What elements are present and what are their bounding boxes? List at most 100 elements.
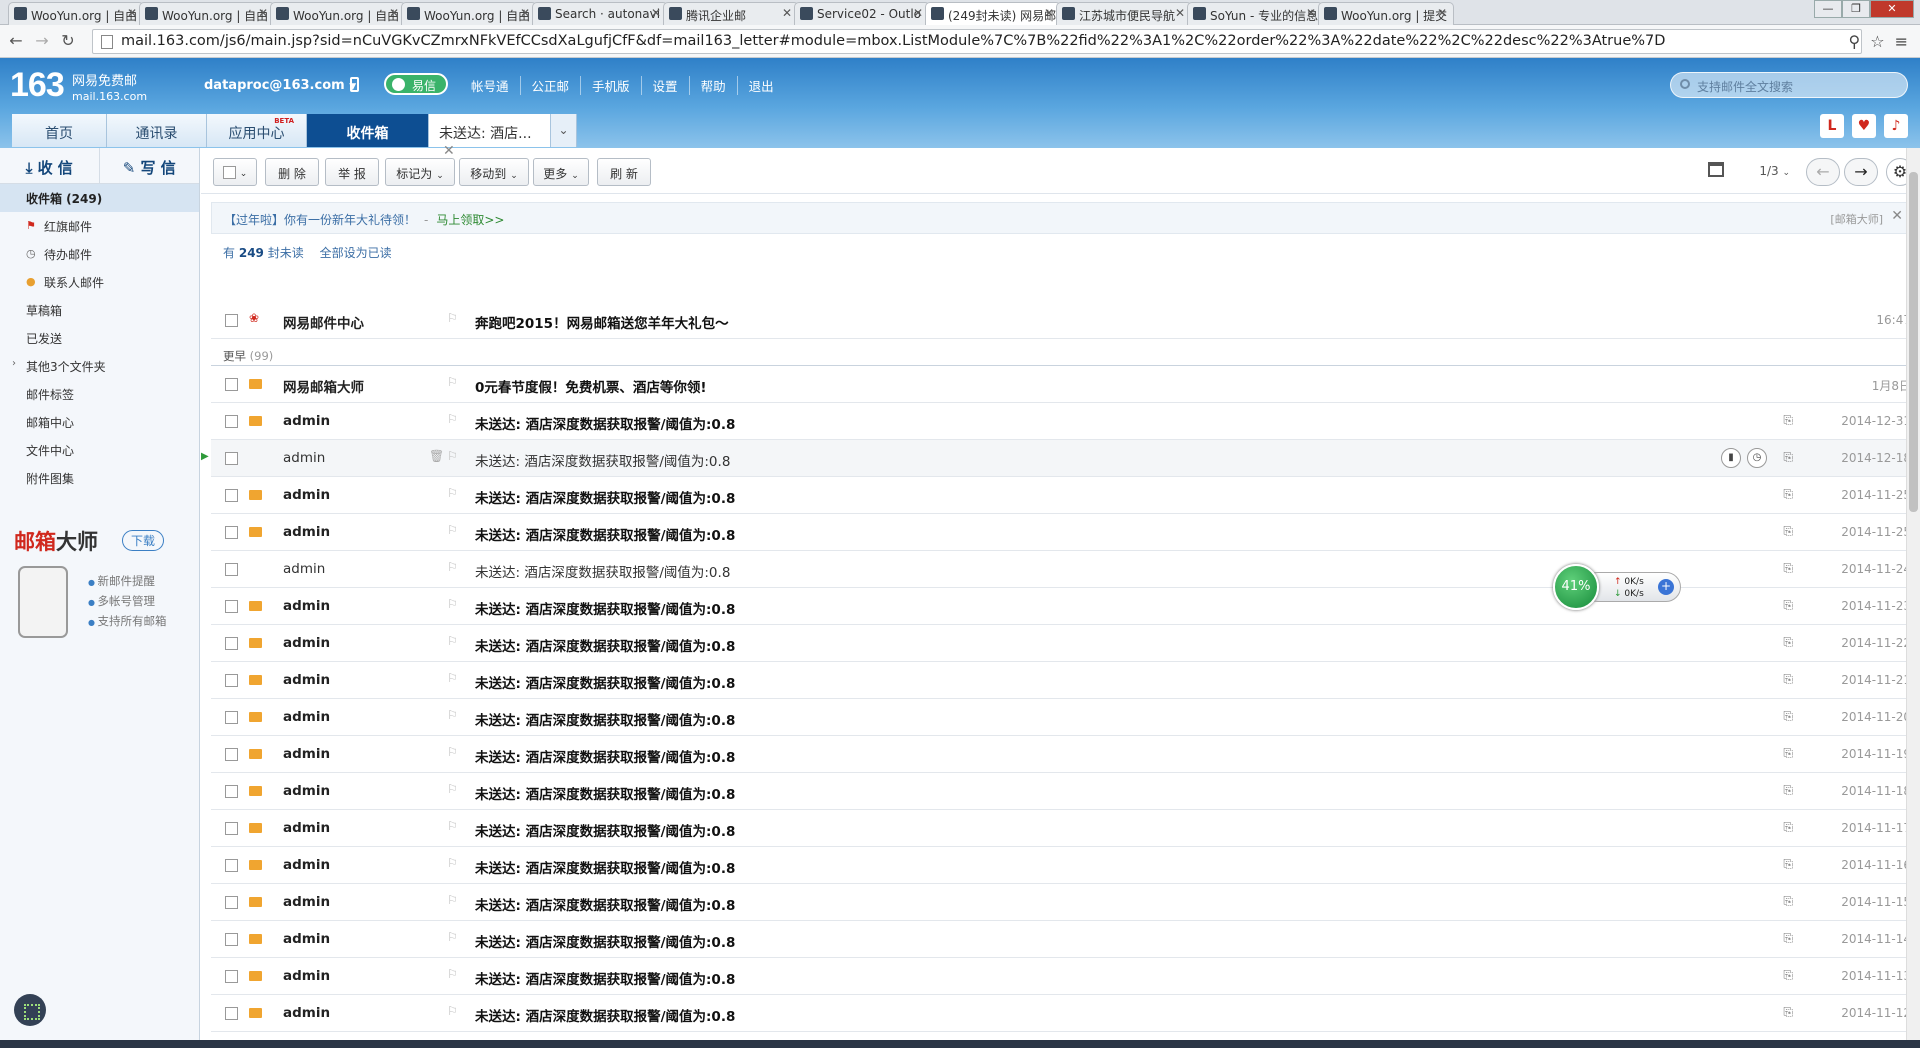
email-row[interactable]: admin ⚐ 未送达: 酒店深度数据获取报警/阈值为:0.8 ⎘ 2014-11-17 (211, 810, 1911, 847)
row-checkbox[interactable] (225, 896, 238, 909)
logout-link[interactable]: 退出 (736, 76, 785, 95)
flag-icon[interactable]: ⚐ (447, 311, 458, 325)
select-all-dropdown[interactable]: ⌄ (213, 158, 257, 186)
email-row[interactable]: admin ⚐ 未送达: 酒店深度数据获取报警/阈值为:0.8 ⎘ 2014-12-31 (211, 403, 1911, 440)
email-row[interactable]: admin ⚐ 未送达: 酒店深度数据获取报警/阈值为:0.8 ⎘ 2014-11-16 (211, 847, 1911, 884)
tab-contacts[interactable]: 通讯录 (107, 114, 207, 147)
flag-icon[interactable]: ⚐ (447, 930, 458, 944)
app-icon[interactable]: ♥ (1852, 114, 1876, 138)
flag-icon[interactable]: ⚐ (447, 412, 458, 426)
browser-tab[interactable]: WooYun.org | 自由 ✕ (270, 2, 406, 25)
email-row[interactable]: admin ⚐ 未送达: 酒店深度数据获取报警/阈值为:0.8 ⎘ 2014-11-22 (211, 625, 1911, 662)
yixin-button[interactable]: 易信 (384, 73, 449, 95)
flag-icon[interactable]: ⚐ (447, 819, 458, 833)
flag-icon[interactable]: ⚐ (447, 486, 458, 500)
network-speed-widget[interactable]: 41% ↑ 0K/s ↓ 0K/s + (1553, 564, 1681, 610)
row-checkbox[interactable] (225, 711, 238, 724)
forward-icon[interactable]: → (32, 31, 52, 51)
email-row[interactable]: admin ⚐ 未送达: 酒店深度数据获取报警/阈值为:0.8 ⎘ 2014-11-19 (211, 736, 1911, 773)
row-checkbox[interactable] (225, 600, 238, 613)
next-page-button[interactable]: → (1844, 158, 1878, 186)
mark-as-dropdown[interactable]: 标记为 ⌄ (385, 158, 455, 186)
close-tab-icon[interactable]: ✕ (1175, 6, 1185, 20)
close-tab-icon[interactable]: ✕ (258, 6, 268, 20)
row-checkbox[interactable] (225, 526, 238, 539)
sidebar-folder[interactable]: 附件图集 (0, 464, 199, 492)
help-menu[interactable]: 帮助 (688, 76, 737, 95)
row-checkbox[interactable] (225, 489, 238, 502)
trash-icon[interactable]: 🗑 (429, 449, 444, 463)
row-checkbox[interactable] (225, 859, 238, 872)
flag-icon[interactable]: ⚐ (447, 1004, 458, 1018)
minimize-icon[interactable]: — (1814, 0, 1842, 18)
email-row[interactable]: admin ⚐ 未送达: 酒店深度数据获取报警/阈值为:0.8 ⎘ 2014-11-18 (211, 773, 1911, 810)
sidebar-folder[interactable]: ● 联系人邮件 (0, 268, 199, 296)
row-checkbox[interactable] (225, 785, 238, 798)
close-tab-icon[interactable]: ✕ (913, 6, 923, 20)
account-menu[interactable]: dataproc@163.com ▼ (204, 78, 356, 93)
browser-tab[interactable]: WooYun.org | 自由 ✕ (139, 2, 275, 25)
close-tab-icon[interactable]: ✕ (520, 6, 530, 20)
group-header-earlier[interactable]: 更早 (99) (211, 338, 1911, 366)
settings-menu[interactable]: 设置 (640, 76, 689, 95)
email-row[interactable]: admin ⚐ 未送达: 酒店深度数据获取报警/阈值为:0.8 ⎘ 2014-11-25 (211, 514, 1911, 551)
mobile-icon[interactable] (350, 77, 359, 92)
row-checkbox[interactable] (225, 674, 238, 687)
row-checkbox[interactable] (225, 970, 238, 983)
compose-button[interactable]: ✎ 写 信 (100, 148, 200, 183)
email-row[interactable]: admin ⚐ 未送达: 酒店深度数据获取报警/阈值为:0.8 ⎘ 2014-11-12 (211, 995, 1911, 1032)
close-window-icon[interactable]: ✕ (1870, 0, 1914, 18)
row-checkbox[interactable] (225, 378, 238, 391)
browser-tab[interactable]: SoYun - 专业的信息 ✕ (1187, 2, 1323, 25)
sidebar-folder[interactable]: 收件箱 (249) (0, 184, 199, 212)
account-link[interactable]: 帐号通 (460, 76, 520, 95)
email-row[interactable]: 网易邮箱大师 ⚐ 0元春节度假！免费机票、酒店等你领! 1月8日 (211, 366, 1911, 403)
close-tab-icon[interactable]: ✕ (651, 6, 661, 20)
email-row[interactable]: admin ⚐ 未送达: 酒店深度数据获取报警/阈值为:0.8 ⎘ 2014-11-15 (211, 884, 1911, 921)
flag-icon[interactable]: ⚐ (447, 967, 458, 981)
receive-button[interactable]: ⤓ 收 信 (0, 148, 100, 183)
close-tab-icon[interactable]: ✕ (127, 6, 137, 20)
email-row[interactable]: ❀ 网易邮件中心 ⚐ 奔跑吧2015！网易邮箱送您羊年大礼包～ 16:47 (211, 302, 1911, 339)
plus-icon[interactable]: + (1658, 579, 1674, 595)
scrollbar[interactable] (1906, 148, 1920, 1048)
mail-master-promo[interactable]: 邮箱大师 下载 新邮件提醒 多帐号管理 支持所有邮箱 (14, 526, 194, 638)
more-dropdown[interactable]: 更多 ⌄ (533, 158, 589, 186)
prev-page-button[interactable]: ← (1806, 158, 1840, 186)
music-icon[interactable]: ♪ (1884, 114, 1908, 138)
reload-icon[interactable]: ↻ (58, 31, 78, 51)
email-row[interactable]: admin ⚐ 未送达: 酒店深度数据获取报警/阈值为:0.8 ⎘ 2014-11-13 (211, 958, 1911, 995)
flag-icon[interactable]: ⚐ (447, 782, 458, 796)
close-icon[interactable]: ✕ (1891, 208, 1903, 224)
sidebar-folder[interactable]: › 其他3个文件夹 (0, 352, 199, 380)
sidebar-folder[interactable]: 文件中心 (0, 436, 199, 464)
notary-mail-link[interactable]: 公正邮 (519, 76, 581, 95)
sidebar-folder[interactable]: ⚑ 红旗邮件 (0, 212, 199, 240)
select-all-checkbox[interactable] (222, 166, 236, 179)
back-icon[interactable]: ← (6, 31, 26, 51)
flag-icon[interactable]: ⚐ (447, 375, 458, 389)
mail-search-input[interactable]: 支持邮件全文搜索 (1670, 72, 1908, 98)
browser-tab[interactable]: 腾讯企业邮 ✕ (663, 2, 799, 25)
email-row[interactable]: admin ⚐ 未送达: 酒店深度数据获取报警/阈值为:0.8 ⎘ 2014-11-20 (211, 699, 1911, 736)
banner-text[interactable]: 【过年啦】你有一份新年大礼待领！ (224, 213, 416, 227)
row-checkbox[interactable] (225, 637, 238, 650)
row-checkbox[interactable] (225, 563, 238, 576)
browser-tab[interactable]: WooYun.org | 提交 ✕ (1318, 2, 1454, 25)
logo-163[interactable]: 163 (10, 66, 65, 105)
email-row[interactable]: admin ⚐ 未送达: 酒店深度数据获取报警/阈值为:0.8 ⎘ 2014-11-14 (211, 921, 1911, 958)
sidebar-folder[interactable]: 草稿箱 (0, 296, 199, 324)
bookmark-icon[interactable]: ▮ (1721, 448, 1741, 468)
sidebar-folder[interactable]: 已发送 (0, 324, 199, 352)
menu-icon[interactable]: ≡ (1895, 32, 1908, 51)
tab-inbox[interactable]: 收件箱 (307, 114, 429, 147)
banner-link[interactable]: 马上领取>> (436, 213, 504, 227)
refresh-button[interactable]: 刷 新 (597, 158, 651, 186)
tab-app-center[interactable]: 应用中心 BETA (207, 114, 307, 147)
mark-all-read-link[interactable]: 全部设为已读 (320, 246, 392, 260)
row-checkbox[interactable] (225, 822, 238, 835)
flag-icon[interactable]: ⚐ (447, 671, 458, 685)
email-row[interactable]: admin ⚐ 未送达: 酒店深度数据获取报警/阈值为:0.8 ⎘ 2014-11-21 (211, 662, 1911, 699)
url-field[interactable]: mail.163.com/js6/main.jsp?sid=nCuVGKvCZm… (92, 29, 1862, 54)
row-checkbox[interactable] (225, 748, 238, 761)
